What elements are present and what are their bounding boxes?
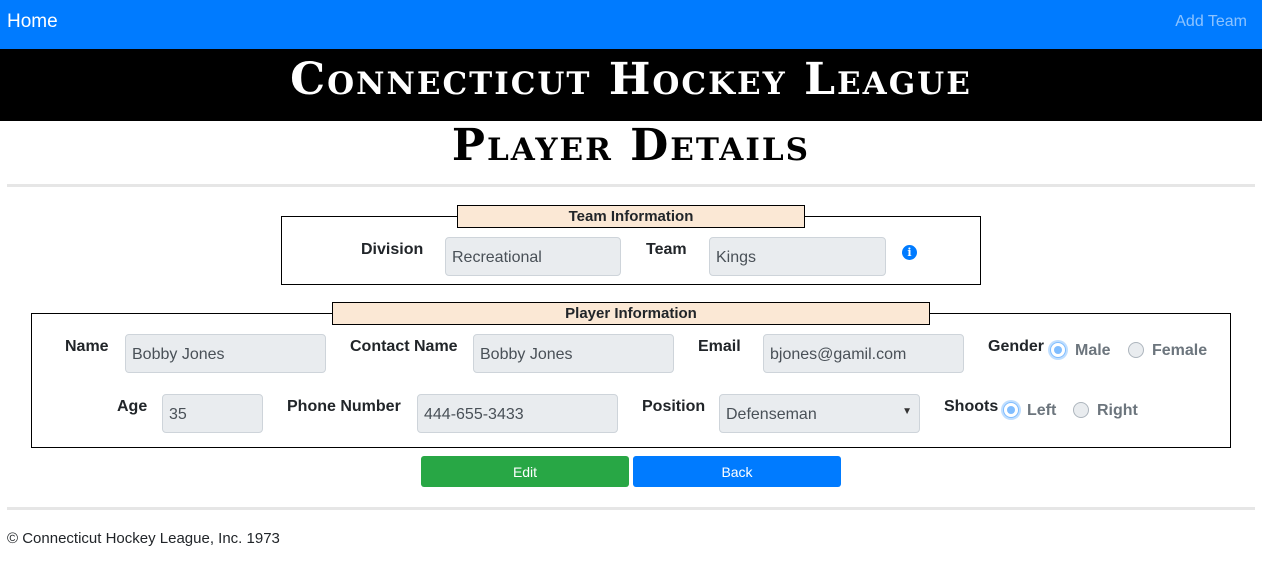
nav-home-link[interactable]: Home	[7, 11, 58, 33]
info-icon[interactable]: i	[902, 245, 917, 260]
shoots-right-label[interactable]: Right	[1097, 402, 1138, 420]
name-label: Name	[65, 338, 109, 355]
shoots-label: Shoots	[944, 398, 999, 415]
name-value: Bobby Jones	[132, 346, 225, 363]
player-information-legend: Player Information	[332, 302, 930, 325]
team-value: Kings	[716, 249, 757, 266]
age-label: Age	[117, 398, 148, 415]
phone-number-label: Phone Number	[287, 398, 401, 415]
banner-title: Connecticut Hockey League	[290, 54, 972, 105]
gender-male-radio[interactable]	[1050, 342, 1066, 358]
position-select[interactable]: Defenseman ▼	[719, 394, 920, 433]
league-banner: Connecticut Hockey League	[0, 49, 1262, 121]
age-value: 35	[169, 406, 187, 423]
email-field[interactable]: bjones@gamil.com	[763, 334, 964, 373]
division-field[interactable]: Recreational	[445, 237, 621, 276]
name-field[interactable]: Bobby Jones	[125, 334, 326, 373]
division-value: Recreational	[452, 249, 542, 266]
gender-male-label[interactable]: Male	[1075, 342, 1111, 360]
gender-female-radio[interactable]	[1128, 342, 1144, 358]
nav-add-team-link[interactable]: Add Team	[1175, 13, 1247, 31]
team-label: Team	[646, 241, 687, 258]
divider	[7, 507, 1255, 510]
divider	[7, 184, 1255, 187]
contact-name-label: Contact Name	[350, 338, 458, 355]
position-value: Defenseman	[726, 406, 817, 423]
email-value: bjones@gamil.com	[770, 346, 907, 363]
age-field[interactable]: 35	[162, 394, 263, 433]
page-title: Player Details	[451, 120, 811, 171]
shoots-left-label[interactable]: Left	[1027, 402, 1056, 420]
contact-name-value: Bobby Jones	[480, 346, 573, 363]
team-field[interactable]: Kings	[709, 237, 886, 276]
division-label: Division	[361, 241, 424, 258]
navbar: Home Add Team	[0, 0, 1262, 49]
position-label: Position	[642, 398, 706, 415]
gender-female-label[interactable]: Female	[1152, 342, 1207, 360]
shoots-left-radio[interactable]	[1003, 402, 1019, 418]
shoots-right-radio[interactable]	[1073, 402, 1089, 418]
email-label: Email	[698, 338, 741, 355]
phone-number-field[interactable]: 444-655-3433	[417, 394, 618, 433]
gender-label: Gender	[988, 338, 1045, 355]
phone-number-value: 444-655-3433	[424, 406, 524, 423]
edit-button[interactable]: Edit	[421, 456, 629, 487]
contact-name-field[interactable]: Bobby Jones	[473, 334, 674, 373]
back-button[interactable]: Back	[633, 456, 841, 487]
team-information-legend: Team Information	[457, 205, 805, 228]
dropdown-arrow-icon: ▼	[902, 406, 912, 417]
footer-copyright: © Connecticut Hockey League, Inc. 1973	[7, 530, 280, 547]
